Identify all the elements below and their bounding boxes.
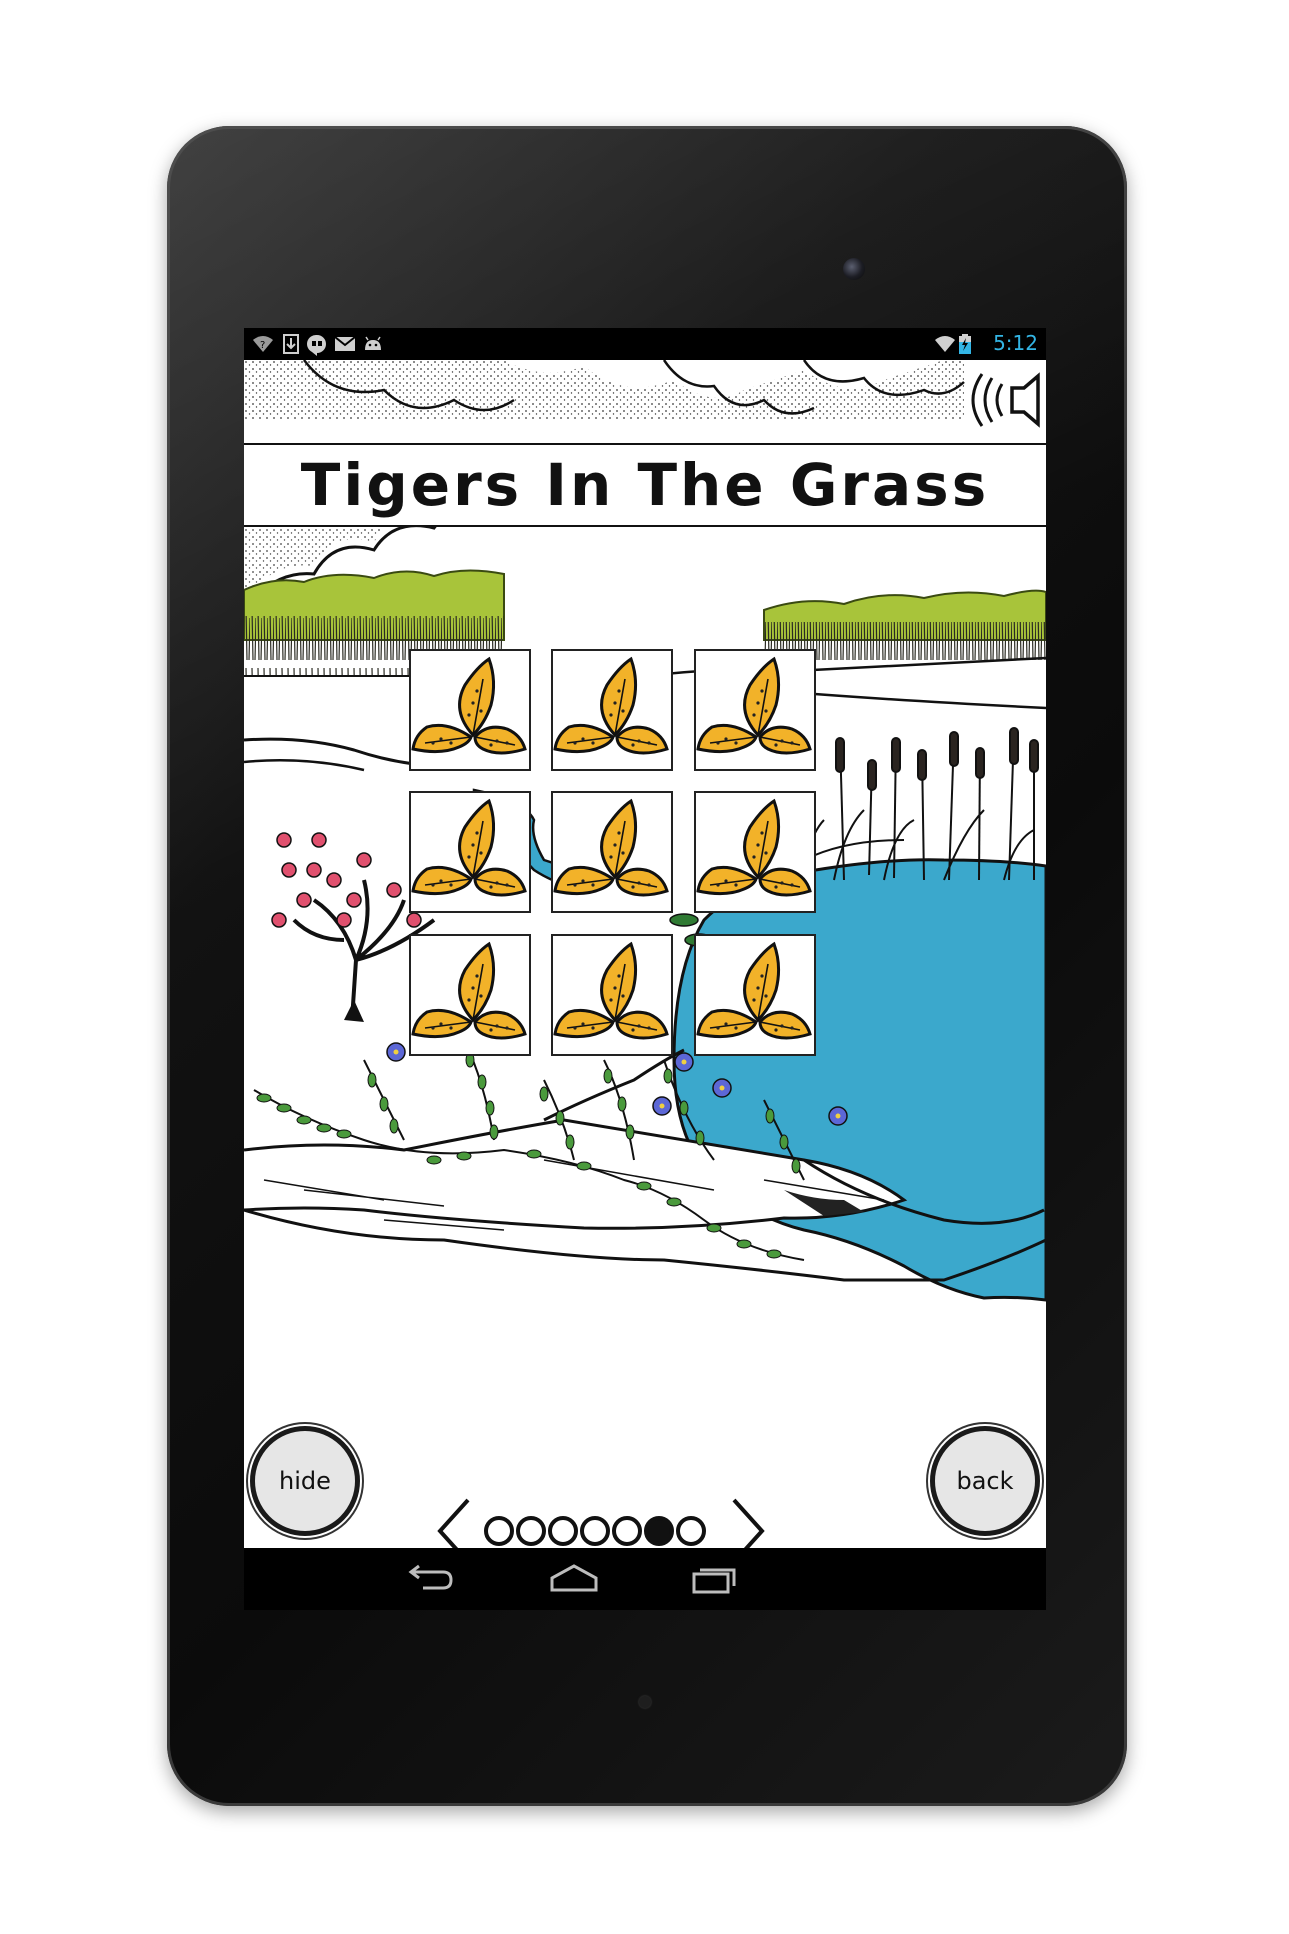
memory-tile[interactable]: [551, 649, 673, 771]
android-icon: [362, 334, 384, 354]
memory-tile[interactable]: [694, 649, 816, 771]
svg-text:?: ?: [260, 340, 265, 351]
tiger-lily-icon: [696, 798, 812, 897]
clock: 5:12: [993, 331, 1038, 355]
hide-button-label: hide: [279, 1467, 331, 1495]
memory-tile[interactable]: [551, 791, 673, 913]
sound-toggle-button[interactable]: [966, 370, 1040, 430]
back-button[interactable]: back: [930, 1426, 1040, 1536]
page-indicator: [434, 1496, 864, 1548]
wifi-icon: [934, 334, 956, 354]
chevron-right-icon: [732, 1498, 765, 1548]
nav-recents-button[interactable]: [684, 1558, 744, 1600]
hide-button[interactable]: hide: [250, 1426, 360, 1536]
system-nav-bar: [244, 1548, 1046, 1610]
clouds-top: [244, 360, 965, 420]
memory-tile[interactable]: [409, 934, 531, 1056]
page-dot[interactable]: [484, 1516, 514, 1546]
tiger-lily-icon: [411, 941, 527, 1040]
download-icon: [280, 334, 302, 354]
page-dot[interactable]: [516, 1516, 546, 1546]
page-dot[interactable]: [548, 1516, 578, 1546]
tablet-sensor: [639, 1696, 651, 1708]
chevron-left-icon: [437, 1498, 470, 1548]
next-page-button[interactable]: [728, 1496, 768, 1548]
nav-back-button[interactable]: [399, 1558, 459, 1600]
back-button-label: back: [956, 1467, 1014, 1495]
battery-charging-icon: [958, 334, 972, 354]
tiger-lily-icon: [553, 656, 669, 755]
tiger-lily-icon: [411, 798, 527, 897]
tiger-lily-icon: [553, 798, 669, 897]
page-dot[interactable]: [612, 1516, 642, 1546]
status-bar: ? 5:12: [244, 328, 1046, 360]
memory-tile[interactable]: [409, 649, 531, 771]
page-dot[interactable]: [676, 1516, 706, 1546]
page-dot[interactable]: [644, 1516, 674, 1546]
memory-tile[interactable]: [409, 791, 531, 913]
memory-tile[interactable]: [551, 934, 673, 1056]
screen: ? 5:12 Tigers In The Grass hide back: [244, 328, 1046, 1610]
memory-game-screen: Tigers In The Grass hide back: [244, 360, 1046, 1548]
tiger-lily-icon: [553, 941, 669, 1040]
back-icon: [408, 1564, 453, 1590]
wifi-question-icon: ?: [252, 334, 274, 354]
front-camera: [843, 258, 865, 280]
page-dot[interactable]: [580, 1516, 610, 1546]
recent-apps-icon: [692, 1568, 736, 1594]
previous-page-button[interactable]: [434, 1496, 474, 1548]
tiger-lily-icon: [696, 941, 812, 1040]
home-icon: [550, 1564, 598, 1592]
title-banner: Tigers In The Grass: [244, 443, 1046, 527]
gmail-icon: [334, 334, 356, 354]
speaker-sound-icon: [971, 372, 1040, 428]
hangouts-icon: [306, 334, 328, 356]
memory-tile[interactable]: [694, 791, 816, 913]
tiger-lily-icon: [411, 656, 527, 755]
page-title: Tigers In The Grass: [300, 451, 990, 519]
tiger-lily-icon: [696, 656, 812, 755]
memory-tile[interactable]: [694, 934, 816, 1056]
nav-home-button[interactable]: [544, 1558, 604, 1600]
cattails: [783, 727, 1039, 881]
